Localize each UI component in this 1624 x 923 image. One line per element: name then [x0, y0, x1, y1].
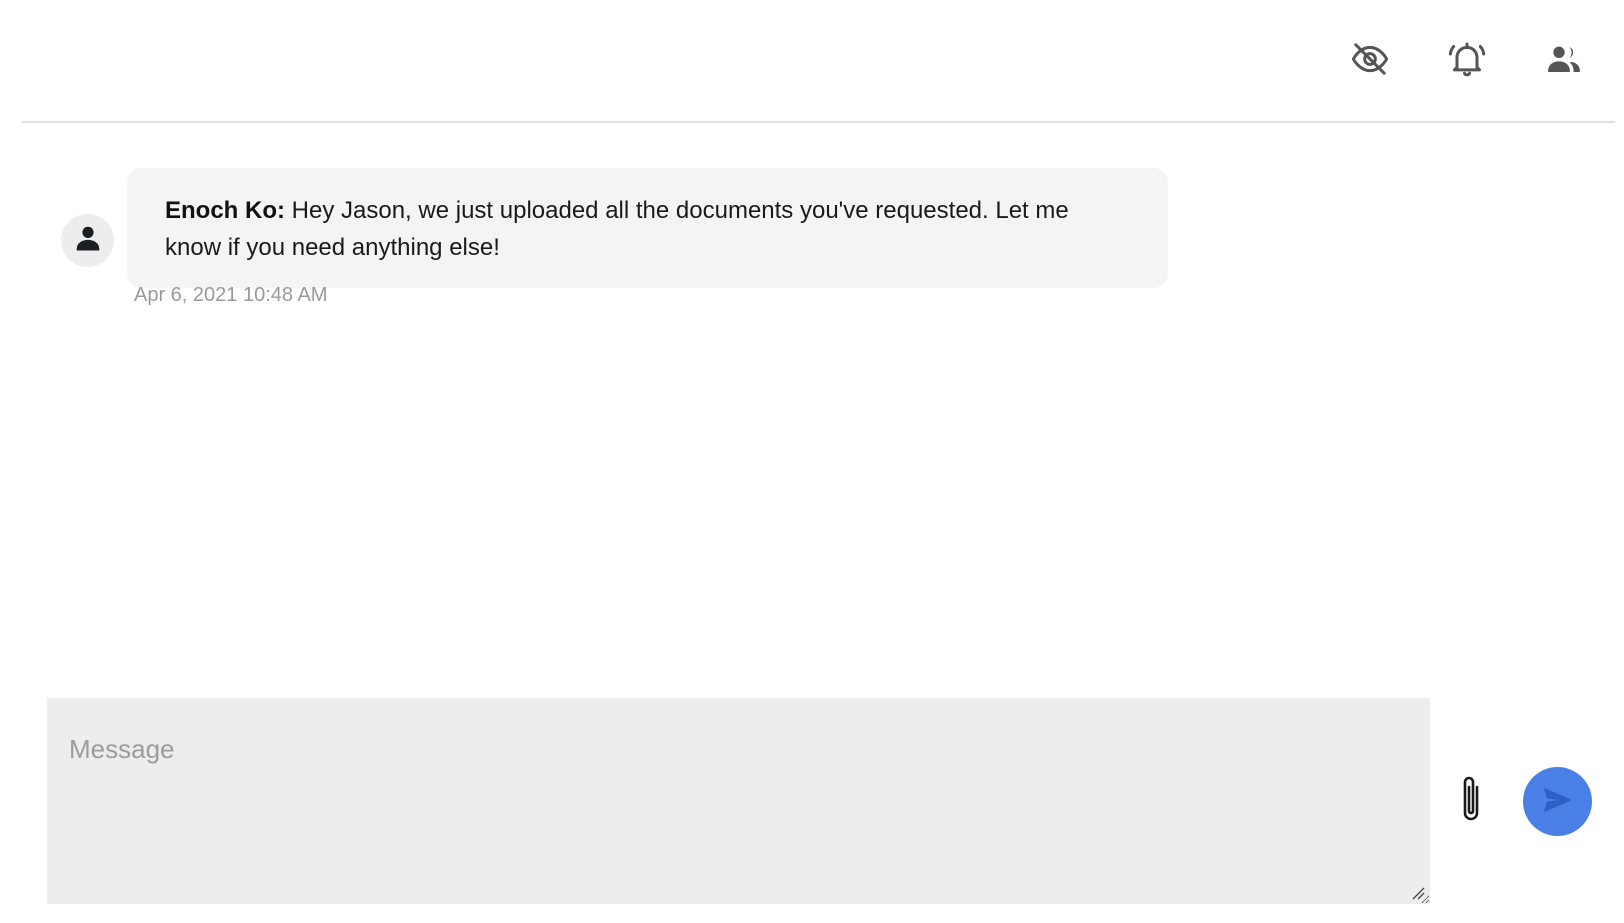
user-icon	[73, 222, 103, 259]
chat-header	[22, 0, 1615, 123]
paperclip-icon	[1457, 773, 1485, 830]
bell-icon[interactable]	[1444, 36, 1490, 82]
message-text: Hey Jason, we just uploaded all the docu…	[165, 197, 1069, 261]
resize-handle[interactable]	[1411, 886, 1425, 900]
send-icon	[1543, 787, 1573, 816]
attach-button[interactable]	[1455, 773, 1487, 829]
send-button[interactable]	[1523, 767, 1592, 836]
people-icon[interactable]	[1541, 36, 1587, 82]
message-sender: Enoch Ko:	[165, 197, 285, 224]
message-bubble: Enoch Ko: Hey Jason, we just uploaded al…	[127, 168, 1168, 288]
avatar	[61, 214, 114, 267]
message-timestamp: Apr 6, 2021 10:48 AM	[134, 284, 328, 306]
eye-off-icon[interactable]	[1347, 36, 1393, 82]
chat-page: Enoch Ko: Hey Jason, we just uploaded al…	[0, 0, 1624, 923]
message-input[interactable]	[47, 698, 1430, 904]
